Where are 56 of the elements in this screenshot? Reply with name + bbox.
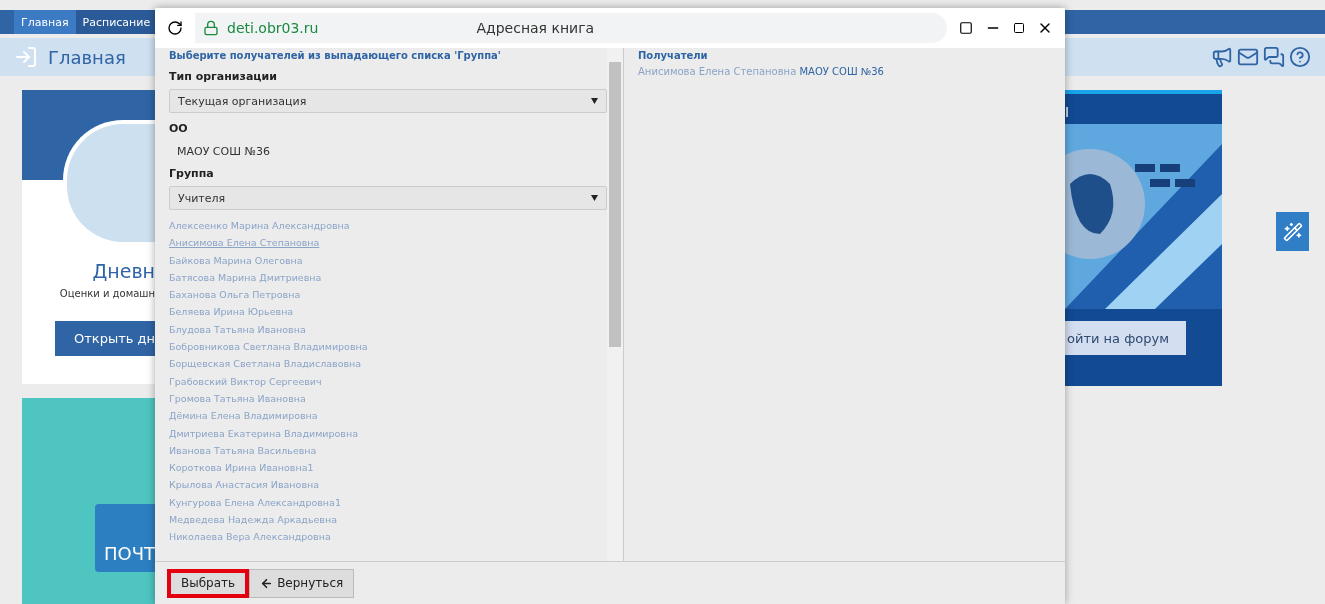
person-link[interactable]: Анисимова Елена Степановна [169,234,607,252]
person-link[interactable]: Борщевская Светлана Владиславовна [169,355,607,373]
card-subtitle: Оценки и домашн [59,288,155,299]
page-title: Главная [48,46,126,68]
person-link[interactable]: Дмитриева Екатерина Владимировна [169,424,607,442]
lock-icon [203,20,219,36]
forum-button[interactable]: ойти на форум [1065,321,1186,355]
org-value: МАОУ СОШ №36 [177,145,271,158]
magic-wand-icon [1282,221,1303,242]
maximize-icon[interactable] [1013,22,1025,34]
person-link[interactable]: Крылова Анастасия Ивановна [169,476,607,494]
megaphone-icon[interactable] [1211,46,1233,68]
open-diary-button[interactable]: Открыть дн [55,321,155,356]
person-link[interactable]: Иванова Татьяна Васильевна [169,441,607,460]
person-link[interactable]: Беляева Ирина Юрьевна [169,303,607,321]
person-link[interactable]: Дёмина Елена Владимировна [169,407,607,425]
window-title: Адресная книга [476,20,595,36]
person-link[interactable]: Короткова Ирина Ивановна1 [169,459,607,477]
person-link[interactable]: Алексеенко Марина Александровна [169,217,607,235]
person-link[interactable]: Блудова Татьяна Ивановна [169,320,607,339]
scrollbar[interactable] [607,48,623,561]
hint-text: Выберите получателей из выпадающего списка 'Группа' [169,50,502,61]
back-button[interactable]: Вернуться [249,568,355,598]
person-link[interactable]: Кунгурова Елена Александровна1 [169,493,607,512]
field-label: Тип организации [169,70,278,83]
chat-icon[interactable] [1263,46,1285,68]
select-button[interactable]: Выбрать [167,568,250,598]
dropdown-caret-icon [591,195,598,201]
recipients-heading: Получатели [638,50,709,61]
field-label: ОО [169,122,189,135]
person-link[interactable]: Грабовский Виктор Сергеевич [169,372,607,390]
org-type-dropdown[interactable]: Текущая организация [169,89,607,113]
mail-card[interactable]: ПОЧТ [22,398,155,604]
person-link[interactable]: Батясова Марина Дмитриевна [169,268,607,287]
dropdown-caret-icon [591,98,598,104]
reload-icon[interactable] [167,20,183,36]
card-title: I [1065,103,1071,122]
url-text: deti.obr03.ru [227,20,319,36]
person-link[interactable]: Байкова Марина Олеговна [169,251,607,269]
restore-icon[interactable] [959,21,973,35]
magic-wand-button[interactable] [1276,212,1309,251]
envelope-label: ПОЧТ [95,504,155,572]
nav-tab[interactable]: Главная [14,10,76,34]
nav-tab[interactable]: Расписание [75,10,158,34]
person-link[interactable]: Николаева Вера Александровна [169,528,607,546]
group-dropdown[interactable]: Учителя [169,186,607,210]
arrow-left-icon [260,576,274,590]
card-title: Дневн [92,260,155,282]
person-link[interactable]: Бобровникова Светлана Владимировна [169,338,607,356]
person-link[interactable]: Громова Татьяна Ивановна [169,389,607,408]
person-link[interactable]: Баханова Ольга Петровна [169,286,607,304]
recipient-text: Анисимова Елена Степановна МАОУ СОШ №36 [638,66,885,77]
help-icon[interactable] [1289,46,1311,68]
person-link[interactable]: Медведева Надежда Аркадьевна [169,511,607,529]
field-label: Группа [169,167,215,180]
mail-icon[interactable] [1237,46,1259,68]
